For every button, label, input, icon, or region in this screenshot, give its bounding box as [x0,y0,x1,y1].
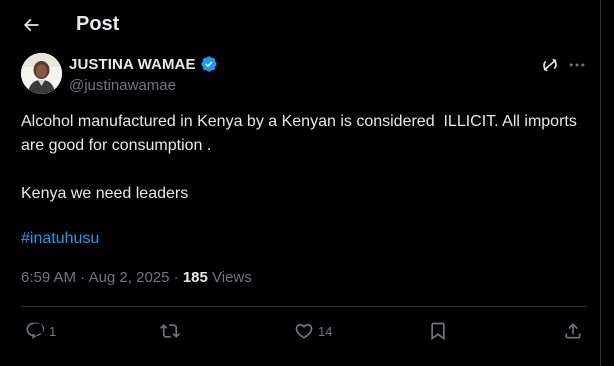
author-handle[interactable]: @justinawamae [69,77,176,94]
bookmark-button[interactable] [428,318,448,344]
back-button[interactable] [16,10,46,40]
author-name-row: JUSTINA WAMAE [69,55,218,73]
post-time[interactable]: 6:59 AM [21,269,76,286]
verified-badge-icon[interactable] [200,55,218,73]
post-meta: 6:59 AM · Aug 2, 2025 · 185 Views [21,269,252,286]
page-title: Post [76,13,120,35]
grok-icon[interactable] [540,55,560,75]
arrow-left-icon [23,18,39,32]
reply-icon [26,322,45,339]
author-display-name[interactable]: JUSTINA WAMAE [69,56,196,73]
avatar[interactable] [21,53,62,94]
hashtag-link[interactable]: #inatuhusu [21,230,99,248]
tweet-paragraph-2: Kenya we need leaders [21,185,189,202]
share-icon [565,323,581,339]
repost-icon [160,324,180,338]
post-date[interactable]: Aug 2, 2025 [89,269,170,286]
more-options-icon[interactable] [566,55,588,75]
heart-icon [295,323,313,339]
meta-separator: · [76,269,89,286]
action-bar: 1 14 [0,316,600,346]
reply-button[interactable]: 1 [25,318,56,344]
views-label: Views [207,269,252,286]
reply-count: 1 [49,323,57,339]
meta-separator: · [169,269,183,286]
profile-photo-icon [21,53,62,94]
like-button[interactable]: 14 [294,318,332,344]
tweet-paragraph-1: Alcohol manufactured in Kenya by a Kenya… [21,113,582,154]
like-count: 14 [318,323,333,339]
bookmark-icon [431,322,445,341]
repost-button[interactable] [160,318,184,344]
divider [21,306,587,307]
post-header: Post [0,0,600,50]
tweet-text: Alcohol manufactured in Kenya by a Kenya… [21,110,581,206]
post-detail-panel: Post JUSTINA WAMAE @justinawamae Alcohol… [0,0,601,366]
share-button[interactable] [563,318,583,344]
views-count: 185 [182,269,208,286]
